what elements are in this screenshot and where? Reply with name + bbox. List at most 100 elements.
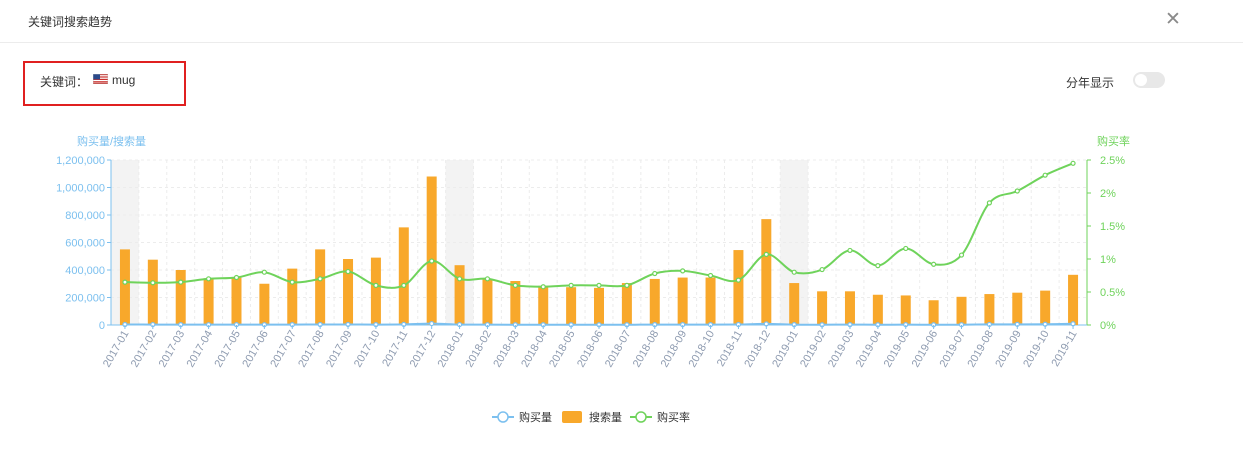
x-tick-label: 2017-07	[268, 329, 299, 370]
bar-search-volume	[203, 278, 214, 325]
bar-search-volume	[928, 300, 939, 325]
bar-search-volume	[287, 268, 298, 325]
line-purchase-rate-point	[903, 245, 909, 252]
bar-search-volume	[733, 250, 744, 325]
x-tick-label: 2017-06	[240, 329, 271, 370]
bar-search-volume	[789, 283, 800, 325]
line-purchase-rate-point	[429, 258, 435, 264]
line-purchase-rate-point	[150, 280, 156, 286]
bar-search-volume	[426, 176, 437, 325]
x-tick-label: 2017-09	[324, 329, 355, 370]
line-purchases-point	[429, 320, 435, 327]
line-purchase-rate-point	[373, 282, 379, 288]
x-tick-label: 2018-06	[575, 329, 606, 370]
bar-search-volume	[1040, 290, 1051, 325]
y-right-tick-label: 1%	[1100, 254, 1116, 266]
bar-search-volume	[175, 270, 186, 325]
x-tick-label: 2018-01	[436, 329, 467, 370]
legend-label: 购买率	[657, 410, 690, 424]
y-right-tick-label: 2%	[1100, 188, 1116, 200]
x-tick-label: 2018-02	[463, 329, 494, 370]
x-tick-label: 2019-02	[798, 329, 829, 370]
trend-chart: 0 200,000 400,000 600,000 800,000 1,000,000 1,…	[56, 134, 1130, 424]
bar-search-volume	[649, 278, 660, 325]
line-purchase-rate-point	[791, 269, 797, 275]
bar-search-volume	[844, 291, 855, 325]
line-purchase-rate-point	[261, 269, 267, 275]
x-tick-label: 2018-09	[659, 329, 690, 370]
legend-swatch-marker	[635, 411, 647, 423]
line-purchase-rate-point	[958, 252, 965, 258]
bar-search-volume	[482, 278, 493, 325]
legend-label: 搜索量	[589, 410, 622, 424]
x-tick-label: 2019-10	[1021, 329, 1052, 370]
x-tick-label: 2019-01	[770, 329, 801, 370]
x-tick-label: 2017-03	[157, 329, 188, 370]
bar-search-volume	[1012, 292, 1023, 325]
line-purchase-rate-point	[1070, 160, 1076, 166]
line-purchase-rate-point	[763, 251, 769, 257]
line-purchase-rate-point	[596, 282, 602, 288]
bar-search-volume	[677, 277, 688, 325]
bar-search-volume	[398, 227, 409, 325]
x-tick-label: 2017-11	[380, 329, 410, 369]
x-tick-label: 2018-07	[603, 329, 634, 370]
line-purchase-rate-point	[233, 274, 240, 281]
line-purchase-rate-point	[707, 272, 714, 279]
y-right-axis-title: 购买率	[1097, 134, 1130, 148]
x-tick-label: 2017-01	[101, 329, 132, 370]
x-tick-label: 2017-12	[408, 329, 439, 370]
line-purchase-rate-point	[401, 282, 407, 288]
x-tick-label: 2019-03	[826, 329, 857, 370]
bar-search-volume	[147, 259, 158, 325]
x-tick-label: 2019-09	[993, 328, 1024, 369]
x-tick-label: 2018-11	[715, 329, 745, 369]
y-left-tick-label: 0	[99, 320, 105, 332]
line-purchase-rate-point	[1014, 188, 1020, 194]
line-purchase-rate-point	[986, 200, 993, 206]
line-purchase-rate-point	[624, 282, 630, 288]
y-right-tick-label: 0.5%	[1100, 287, 1125, 299]
x-tick-label: 2018-12	[742, 329, 773, 370]
line-purchase-rate-point	[456, 276, 463, 282]
y-left-tick-label: 1,000,000	[56, 183, 105, 195]
bar-search-volume	[315, 249, 326, 325]
x-tick-label: 2019-04	[854, 329, 885, 370]
bar-search-volume	[761, 219, 772, 325]
legend-swatch-marker	[497, 411, 509, 423]
line-purchase-rate-point	[652, 270, 658, 277]
line-purchase-rate-point	[178, 279, 184, 285]
line-purchase-rate-point	[1042, 172, 1048, 178]
bar-search-volume	[231, 277, 242, 325]
line-purchase-rate-point	[484, 276, 491, 282]
x-tick-label: 2019-06	[910, 329, 941, 370]
bar-search-volume	[259, 283, 270, 325]
y-right-tick-label: 2.5%	[1100, 155, 1125, 167]
bar-search-volume	[566, 287, 577, 325]
bar-search-volume	[594, 287, 604, 325]
x-tick-label: 2017-04	[185, 329, 216, 370]
bar-search-volume	[538, 285, 549, 325]
x-tick-label: 2019-05	[882, 329, 913, 370]
bar-search-volume	[872, 294, 883, 325]
bar-search-volume	[1068, 274, 1079, 325]
y-right-tick-label: 0%	[1100, 320, 1116, 332]
line-purchase-rate-point	[540, 284, 546, 290]
bar-search-volume	[900, 295, 911, 325]
x-tick-label: 2017-08	[296, 329, 327, 370]
x-tick-label: 2018-05	[547, 329, 578, 370]
x-tick-label: 2019-08	[965, 329, 996, 370]
bar-search-volume	[817, 291, 828, 325]
line-purchase-rate-point	[345, 268, 351, 275]
x-tick-label: 2019-07	[938, 329, 969, 370]
x-tick-label: 2017-05	[213, 329, 244, 370]
line-purchase-rate-point	[317, 276, 323, 282]
bar-search-volume	[621, 283, 632, 325]
bar-search-volume	[984, 294, 995, 325]
line-purchase-rate-point	[819, 266, 825, 273]
x-tick-label: 2018-10	[687, 329, 718, 370]
line-purchase-rate-point	[735, 277, 742, 283]
x-tick-label: 2018-04	[519, 329, 550, 370]
bar-search-volume	[370, 257, 381, 325]
line-purchase-rate-point	[847, 247, 853, 254]
